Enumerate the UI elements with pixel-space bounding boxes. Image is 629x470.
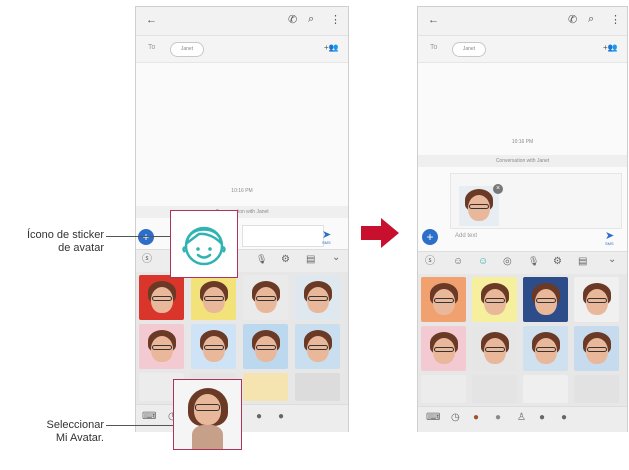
select-avatar-leader — [106, 425, 173, 426]
sticker[interactable] — [295, 275, 340, 320]
sticker[interactable] — [574, 375, 619, 403]
sticker[interactable] — [472, 277, 517, 322]
clock-icon[interactable]: ◷ — [451, 413, 460, 423]
left-sticker-toolbar: ⓢ 🎙 ⚙ ▤ ⌄ — [136, 249, 348, 272]
my-avatar-callout — [173, 379, 242, 450]
clipboard-icon[interactable]: ▤ — [306, 255, 315, 265]
right-sticker-grid — [418, 274, 627, 406]
call-icon[interactable]: ✆ — [288, 15, 297, 26]
left-sticker-grid — [136, 272, 348, 404]
right-sticker-toolbar: ⓢ ☺ ☺ ◎ 🎙 ⚙ ▤ ⌄ — [418, 251, 627, 274]
search-icon[interactable]: ⌕ — [588, 14, 594, 25]
frog-sticker-icon[interactable]: ● — [256, 412, 262, 422]
more-options-icon[interactable]: ⋮ — [330, 15, 341, 26]
avatar-pack-icon[interactable]: ● — [495, 413, 501, 423]
sticker-icon-annotation: Ícono de sticker de avatar — [0, 229, 104, 255]
frog-sticker-icon[interactable]: ● — [539, 413, 545, 423]
call-icon[interactable]: ✆ — [568, 15, 577, 26]
sticker[interactable] — [243, 324, 288, 369]
sticker-icon-leader — [106, 236, 170, 237]
avatar-sticker-icon — [182, 226, 226, 266]
gear-icon[interactable]: ⚙ — [281, 255, 290, 265]
emoji-icon[interactable]: ☺ — [453, 257, 463, 267]
sticker[interactable] — [523, 375, 568, 403]
keyboard-icon[interactable]: ⌨ — [426, 413, 440, 423]
right-app-bar: ← ✆ ⌕ ⋮ — [418, 7, 627, 36]
message-input-placeholder: Add text — [455, 233, 478, 239]
message-timestamp: 10:16 PM — [231, 188, 253, 194]
left-app-bar: ← ✆ ⌕ ⋮ — [136, 7, 348, 36]
bottle-sticker-icon[interactable]: ● — [561, 413, 567, 423]
my-avatar-sticker — [174, 380, 241, 449]
avatar-sticker-icon-callout — [170, 210, 238, 278]
message-input[interactable]: Add text — [450, 228, 600, 248]
send-sms-label: SMS — [605, 241, 614, 246]
message-input[interactable] — [242, 225, 324, 247]
right-phone-screen: ← ✆ ⌕ ⋮ To Janet +👥 10:16 PM Conversatio… — [417, 6, 628, 432]
sticker-icon-annotation-line1: Ícono de sticker — [26, 229, 104, 241]
add-contact-icon[interactable]: +👥 — [603, 44, 618, 52]
right-recipient-bar: To Janet +👥 — [418, 36, 627, 63]
bottle-sticker-icon[interactable]: ● — [278, 412, 284, 422]
conversation-banner: Conversation with Janet — [418, 155, 627, 167]
sticker-icon-annotation-line2: de avatar — [58, 242, 104, 254]
sticker[interactable] — [421, 277, 466, 322]
gear-icon[interactable]: ⚙ — [553, 257, 562, 267]
sticker[interactable] — [191, 275, 236, 320]
select-avatar-annotation: Seleccionar Mi Avatar. — [0, 419, 104, 445]
sticker[interactable] — [523, 326, 568, 371]
mic-icon[interactable]: 🎙 — [256, 255, 267, 264]
sticker[interactable] — [295, 324, 340, 369]
mic-icon[interactable]: 🎙 — [528, 257, 539, 266]
sticker[interactable] — [295, 373, 340, 401]
sticker[interactable] — [139, 324, 184, 369]
figure-sticker-icon[interactable]: ♙ — [517, 413, 526, 423]
clipboard-icon[interactable]: ▤ — [578, 257, 587, 267]
gif-icon[interactable]: ◎ — [503, 257, 512, 267]
select-avatar-annotation-line1: Seleccionar — [46, 419, 104, 431]
remove-attachment-icon[interactable]: × — [493, 184, 503, 194]
left-sticker-tabs: ⌨ ◷ ● ● — [136, 404, 348, 432]
left-phone-screen: ← ✆ ⌕ ⋮ To Janet +👥 10:16 PM Conversatio… — [135, 6, 349, 432]
message-timestamp: 10:16 PM — [511, 139, 534, 145]
right-sticker-tabs: ⌨ ◷ ● ● ♙ ● ● — [418, 406, 627, 432]
add-contact-icon[interactable]: +👥 — [324, 44, 339, 52]
conversation-banner: Conversation with Janet — [136, 206, 348, 218]
sticker[interactable] — [421, 375, 466, 403]
sticker[interactable] — [472, 326, 517, 371]
sticker[interactable] — [243, 275, 288, 320]
avatar-sticker-tab-icon[interactable]: ☺ — [478, 257, 488, 267]
sticker[interactable] — [574, 326, 619, 371]
left-recipient-bar: To Janet +👥 — [136, 36, 348, 63]
search-icon[interactable]: ⌕ — [308, 14, 314, 25]
add-attachment-button[interactable]: + — [138, 229, 154, 245]
sticker[interactable] — [523, 277, 568, 322]
sticker-icon[interactable]: ⓢ — [142, 255, 152, 265]
keyboard-icon[interactable]: ⌨ — [142, 412, 156, 422]
to-label: To — [148, 44, 156, 51]
send-sms-label: SMS — [322, 240, 331, 245]
more-options-icon[interactable]: ⋮ — [610, 15, 621, 26]
back-arrow-icon[interactable]: ← — [146, 15, 157, 26]
sticker[interactable] — [191, 324, 236, 369]
avatar-pack-icon[interactable]: ● — [473, 413, 479, 423]
recipient-chip[interactable]: Janet — [452, 42, 486, 57]
sticker[interactable] — [139, 275, 184, 320]
sticker-attachment-area: × — [450, 173, 622, 229]
step-arrow-icon — [361, 218, 399, 248]
chevron-down-icon[interactable]: ⌄ — [608, 255, 616, 265]
select-avatar-annotation-line2: Mi Avatar. — [55, 432, 104, 444]
sticker-icon[interactable]: ⓢ — [425, 257, 435, 267]
chevron-down-icon[interactable]: ⌄ — [332, 253, 340, 263]
to-label: To — [430, 44, 438, 51]
recipient-chip[interactable]: Janet — [170, 42, 204, 57]
sticker[interactable] — [574, 277, 619, 322]
back-arrow-icon[interactable]: ← — [428, 15, 439, 26]
sticker[interactable] — [472, 375, 517, 403]
sticker[interactable] — [243, 373, 288, 401]
add-attachment-button[interactable]: + — [422, 229, 438, 245]
sticker[interactable] — [421, 326, 466, 371]
